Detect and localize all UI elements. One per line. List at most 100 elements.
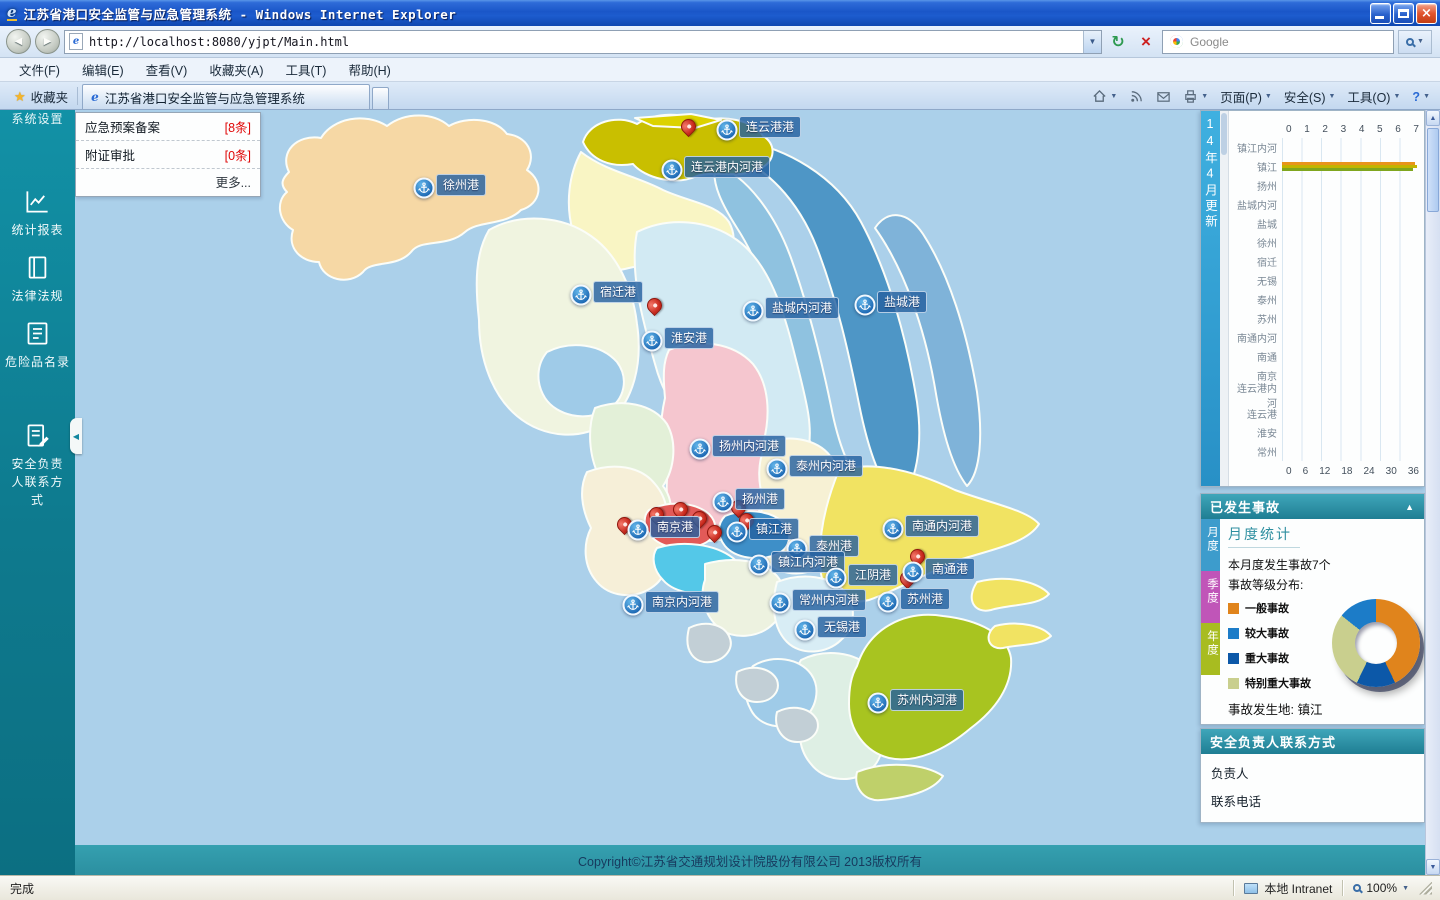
chart-bar-track — [1282, 309, 1419, 328]
chart-scrollbar-thumb[interactable] — [1221, 113, 1227, 155]
google-icon — [1170, 35, 1183, 48]
page-menu-button[interactable]: 页面(P) ▼ — [1215, 85, 1277, 108]
port-label: 扬州港 — [735, 488, 785, 510]
accident-dist-label: 事故等级分布: — [1228, 576, 1416, 593]
chart-row: 南通内河 — [1229, 328, 1419, 347]
axis-tick-label: 5 — [1377, 124, 1383, 135]
scroll-up-icon[interactable]: ▲ — [1426, 110, 1440, 126]
resize-grip[interactable] — [1419, 882, 1432, 895]
menu-item[interactable]: 查看(V) — [135, 57, 199, 82]
chart-bar-track — [1282, 404, 1419, 423]
sidebar-item-statistics[interactable]: 统计报表 — [0, 188, 75, 239]
sidebar-collapse-handle[interactable]: ◀ — [70, 418, 82, 454]
chart-row: 连云港内河 — [1229, 385, 1419, 404]
collapse-arrow-icon[interactable]: ▲ — [1405, 502, 1415, 512]
accident-panel-title: 已发生事故 — [1210, 497, 1280, 516]
address-dropdown[interactable]: ▼ — [1083, 31, 1101, 53]
address-bar[interactable]: e http://localhost:8080/yjpt/Main.html ▼ — [64, 30, 1102, 54]
chart-icon — [24, 188, 51, 215]
quick-panel-row-certificate[interactable]: 附证审批 [0条] — [76, 141, 260, 169]
anchor-icon — [749, 555, 770, 576]
title-bar[interactable]: e 江苏省港口安全监管与应急管理系统 - Windows Internet Ex… — [0, 0, 1440, 26]
caret-icon: ▼ — [1417, 38, 1424, 45]
legend-item: 一般事故 — [1228, 600, 1323, 616]
scrollbar-track[interactable] — [1426, 126, 1440, 859]
scrollbar-thumb[interactable] — [1427, 128, 1439, 212]
help-button[interactable]: ? ▼ — [1407, 88, 1435, 106]
divider — [77, 87, 78, 105]
menu-item[interactable]: 工具(T) — [274, 57, 337, 82]
ie-tab-icon: e — [91, 90, 99, 104]
map-region-suzhou-green — [849, 615, 1011, 760]
chart-category-label: 宿迁 — [1229, 254, 1282, 269]
sidebar-item-safety-contact[interactable]: 安全负责人联系方式 — [0, 422, 75, 509]
legend-label: 较大事故 — [1245, 625, 1289, 641]
update-label: 14年4月更新 — [1201, 111, 1220, 486]
forward-button[interactable]: ▶ — [35, 29, 60, 54]
chart-bar-track — [1282, 366, 1419, 385]
port-label: 江阴港 — [848, 564, 898, 586]
search-box[interactable]: Google — [1162, 30, 1394, 54]
sidebar-item-hazmat-list[interactable]: 危险品名录 — [0, 320, 75, 371]
menu-item[interactable]: 文件(F) — [8, 57, 71, 82]
chart-bar-track — [1282, 347, 1419, 366]
menu-item[interactable]: 收藏夹(A) — [198, 57, 274, 82]
book-icon — [24, 254, 51, 281]
maximize-button[interactable] — [1393, 3, 1414, 24]
refresh-button[interactable]: ↻ — [1106, 30, 1130, 54]
scroll-down-icon[interactable]: ▼ — [1426, 859, 1440, 875]
zoom-control[interactable]: 100% ▼ — [1353, 881, 1409, 895]
quick-panel-more-link[interactable]: 更多... — [76, 169, 260, 196]
axis-tick-label: 6 — [1395, 124, 1401, 135]
stop-button[interactable]: × — [1134, 30, 1158, 54]
search-input[interactable]: Google — [1190, 35, 1229, 49]
address-url[interactable]: http://localhost:8080/yjpt/Main.html — [89, 35, 1083, 49]
accident-panel-header[interactable]: 已发生事故 ▲ — [1201, 494, 1424, 519]
safety-menu-button[interactable]: 安全(S) ▼ — [1279, 85, 1341, 108]
anchor-icon — [642, 331, 663, 352]
axis-tick-label: 2 — [1322, 124, 1328, 135]
feeds-button[interactable] — [1124, 87, 1149, 106]
sidebar-item-system-settings[interactable]: 系统设置 — [0, 110, 75, 127]
chart-bar-track — [1282, 423, 1419, 442]
vertical-scrollbar[interactable]: ▲ ▼ — [1425, 110, 1440, 875]
contact-panel: 安全负责人联系方式 负责人 联系电话 — [1200, 728, 1425, 823]
tab-quarterly[interactable]: 季度 — [1201, 571, 1220, 623]
favorites-label: 收藏夹 — [31, 87, 69, 106]
status-zone-label: 本地 Intranet — [1264, 880, 1332, 897]
print-button[interactable]: ▼ — [1178, 87, 1213, 106]
menu-item[interactable]: 帮助(H) — [337, 57, 401, 82]
accident-tabs: 月度 季度 年度 — [1201, 519, 1220, 724]
minimize-button[interactable] — [1370, 3, 1391, 24]
port-label: 盐城港 — [877, 291, 927, 313]
sidebar-item-label: 危险品名录 — [5, 353, 70, 371]
tab-yearly[interactable]: 年度 — [1201, 623, 1220, 675]
sidebar-item-laws[interactable]: 法律法规 — [0, 254, 75, 305]
mail-button[interactable] — [1151, 87, 1176, 106]
home-button[interactable]: ▼ — [1087, 87, 1122, 106]
back-button[interactable]: ◀ — [6, 29, 31, 54]
tools-menu-button[interactable]: 工具(O) ▼ — [1342, 85, 1405, 108]
caret-icon: ▼ — [1110, 93, 1117, 100]
chart-bar-track — [1282, 252, 1419, 271]
close-button[interactable]: × — [1416, 3, 1437, 24]
legend-color-swatch — [1228, 653, 1239, 664]
search-button[interactable]: ▼ — [1398, 30, 1432, 54]
update-chart-panel: 14年4月更新 01234567 镇江内河镇江扬州盐城内河盐城徐州宿迁无锡泰州苏… — [1200, 110, 1425, 487]
caret-icon: ▼ — [1393, 93, 1400, 100]
monthly-stats-title: 月度统计 — [1228, 524, 1300, 548]
favorites-button[interactable]: ★ 收藏夹 — [5, 84, 77, 109]
page-menu-label: 页面(P) — [1220, 87, 1262, 106]
menu-item[interactable]: 编辑(E) — [71, 57, 135, 82]
new-tab-stub[interactable] — [372, 87, 389, 109]
quick-panel-row-emergency-plan[interactable]: 应急预案备案 [8条] — [76, 113, 260, 141]
divider — [1342, 880, 1343, 896]
window-title: 江苏省港口安全监管与应急管理系统 - Windows Internet Expl… — [24, 4, 1363, 23]
chart-scrollbar[interactable] — [1220, 111, 1229, 486]
chart-category-label: 扬州 — [1229, 178, 1282, 193]
tab-main[interactable]: e 江苏省港口安全监管与应急管理系统 — [82, 84, 370, 109]
tab-monthly[interactable]: 月度 — [1201, 519, 1220, 571]
contact-panel-header[interactable]: 安全负责人联系方式 — [1201, 729, 1424, 754]
sidebar-item-label: 统计报表 — [11, 221, 63, 239]
intranet-icon — [1244, 883, 1258, 894]
